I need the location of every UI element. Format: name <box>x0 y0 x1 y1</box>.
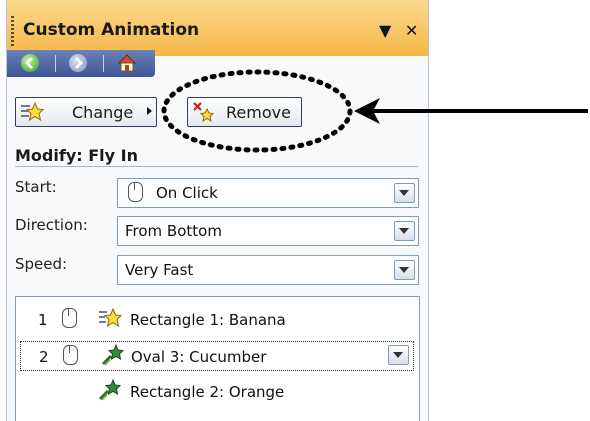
speed-value: Very Fast <box>125 261 194 279</box>
custom-animation-pane: Custom Animation ▼ ✕ Change Remove Modif… <box>6 0 429 421</box>
home-icon[interactable] <box>117 53 137 73</box>
mouse-click-icon <box>128 182 143 202</box>
modify-heading: Modify: Fly In <box>15 146 138 165</box>
remove-effect-icon <box>193 102 215 123</box>
effect-name: Rectangle 1: Banana <box>130 311 286 329</box>
order-number: 2 <box>39 348 49 366</box>
order-number: 1 <box>38 311 48 329</box>
nav-separator <box>55 55 56 72</box>
close-pane-button[interactable]: ✕ <box>405 21 418 40</box>
effect-name: Rectangle 2: Orange <box>130 383 285 401</box>
back-arrow-icon[interactable] <box>21 54 39 72</box>
start-value: On Click <box>156 184 218 202</box>
star-effect-icon <box>99 307 122 328</box>
direction-value: From Bottom <box>125 222 222 240</box>
remove-effect-button[interactable]: Remove <box>187 97 302 127</box>
animation-list[interactable]: 1 Rectangle 1: Banana 2 Oval 3: Cucumber <box>15 296 420 421</box>
mouse-click-icon <box>62 308 77 328</box>
forward-arrow-icon[interactable] <box>69 54 87 72</box>
nav-separator <box>103 55 104 72</box>
pane-title: Custom Animation <box>23 20 200 40</box>
list-item-selected[interactable]: 2 Oval 3: Cucumber <box>20 341 414 371</box>
title-bar: Custom Animation ▼ ✕ <box>7 0 428 56</box>
drag-grip[interactable] <box>11 16 14 46</box>
speed-select[interactable]: Very Fast <box>117 255 419 285</box>
direction-label: Direction: <box>15 216 88 234</box>
speed-dropdown-button[interactable] <box>394 260 415 280</box>
start-dropdown-button[interactable] <box>394 183 415 203</box>
nav-bar <box>7 50 155 77</box>
direction-dropdown-button[interactable] <box>394 221 415 241</box>
add-effect-star-icon <box>21 101 44 122</box>
effect-options-dropdown-button[interactable] <box>388 345 409 365</box>
effect-name: Oval 3: Cucumber <box>131 348 267 366</box>
list-item[interactable]: 1 Rectangle 1: Banana <box>16 305 419 333</box>
fly-in-effect-icon <box>98 379 122 401</box>
list-item[interactable]: Rectangle 2: Orange <box>16 377 419 405</box>
remove-label: Remove <box>226 103 291 122</box>
modify-heading-rule <box>15 166 418 167</box>
fly-in-effect-icon <box>101 344 125 366</box>
start-label: Start: <box>15 178 57 196</box>
speed-label: Speed: <box>15 255 68 273</box>
mouse-click-icon <box>63 345 78 365</box>
change-label: Change <box>72 103 134 122</box>
change-effect-button[interactable]: Change <box>15 97 157 127</box>
start-select[interactable]: On Click <box>117 178 419 208</box>
direction-select[interactable]: From Bottom <box>117 216 419 246</box>
pane-menu-button[interactable]: ▼ <box>379 21 391 40</box>
change-dropdown-arrow-icon <box>147 107 152 115</box>
